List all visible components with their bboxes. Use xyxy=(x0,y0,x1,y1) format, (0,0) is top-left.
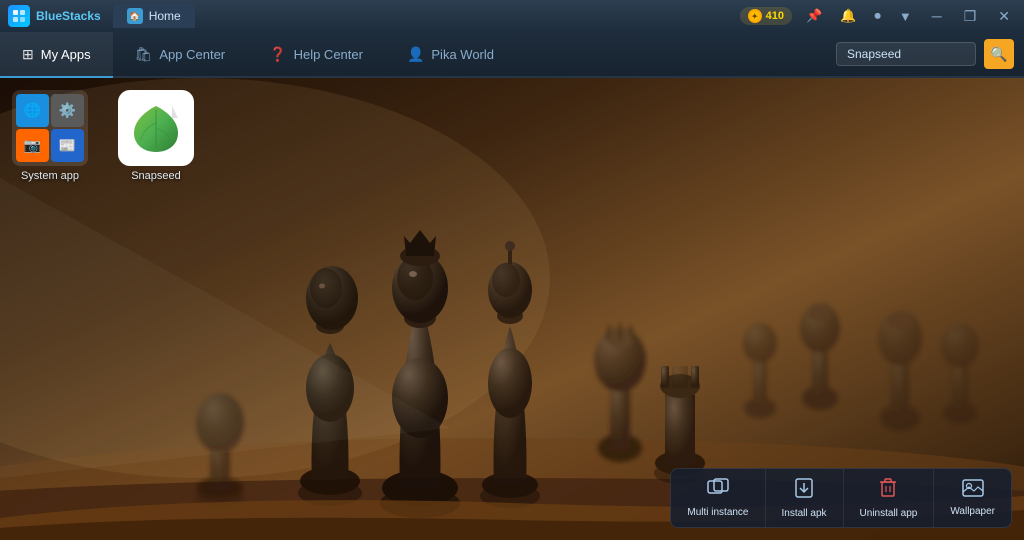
tab-my-apps[interactable]: ⊞ My Apps xyxy=(0,32,113,76)
system-app-label: System app xyxy=(21,170,79,182)
bluestacks-logo: BlueStacks xyxy=(8,5,101,27)
stream-icon[interactable]: ▼ xyxy=(895,7,916,26)
apps-area: 🌐 ⚙️ 📷 📰 System app xyxy=(12,90,194,182)
help-center-label: Help Center xyxy=(294,47,363,62)
title-bar: BlueStacks 🏠 Home ✦ 410 📌 🔔 ⏺ ▼ ─ ❐ ✕ xyxy=(0,0,1024,32)
snapseed-leaf-svg xyxy=(126,98,186,158)
home-tab-icon: 🏠 xyxy=(127,8,143,24)
app-center-label: App Center xyxy=(159,47,225,62)
gear-mini-icon: ⚙️ xyxy=(51,94,84,127)
globe-mini-icon: 🌐 xyxy=(16,94,49,127)
search-icon: 🔍 xyxy=(990,46,1007,63)
my-apps-label: My Apps xyxy=(41,47,91,62)
pin-icon[interactable]: 📌 xyxy=(802,6,826,26)
search-area: 🔍 xyxy=(826,32,1024,76)
bs-logo-icon xyxy=(8,5,30,27)
wallpaper-label: Wallpaper xyxy=(950,506,995,517)
minimize-button[interactable]: ─ xyxy=(926,6,948,26)
bottom-toolbar: Multi instance Install apk xyxy=(670,468,1012,528)
home-tab[interactable]: 🏠 Home xyxy=(113,4,195,28)
snapseed-group: Snapseed xyxy=(118,90,194,182)
tab-help-center[interactable]: ❓ Help Center xyxy=(247,32,385,76)
coin-icon: ✦ xyxy=(748,9,762,23)
bell-icon[interactable]: 🔔 xyxy=(836,6,860,26)
my-apps-icon: ⊞ xyxy=(22,46,34,63)
system-app-icon[interactable]: 🌐 ⚙️ 📷 📰 xyxy=(12,90,88,166)
multi-instance-label: Multi instance xyxy=(687,507,748,518)
record-icon[interactable]: ⏺ xyxy=(870,6,885,26)
wallpaper-icon xyxy=(962,479,984,502)
snapseed-label: Snapseed xyxy=(131,170,181,182)
maximize-button[interactable]: ❐ xyxy=(958,6,983,27)
install-apk-label: Install apk xyxy=(782,508,827,519)
uninstall-app-icon xyxy=(879,477,897,504)
help-center-icon: ❓ xyxy=(269,46,286,63)
snapseed-icon[interactable] xyxy=(118,90,194,166)
search-button[interactable]: 🔍 xyxy=(984,39,1014,69)
system-app-group: 🌐 ⚙️ 📷 📰 System app xyxy=(12,90,88,182)
app-row: 🌐 ⚙️ 📷 📰 System app xyxy=(12,90,194,182)
install-apk-icon xyxy=(794,477,814,504)
uninstall-app-label: Uninstall app xyxy=(860,508,918,519)
install-apk-button[interactable]: Install apk xyxy=(766,469,844,527)
title-controls: ✦ 410 📌 🔔 ⏺ ▼ ─ ❐ ✕ xyxy=(740,6,1016,27)
brand-name: BlueStacks xyxy=(36,9,101,23)
uninstall-app-button[interactable]: Uninstall app xyxy=(844,469,935,527)
pika-world-label: Pika World xyxy=(431,47,494,62)
coin-amount: 410 xyxy=(766,10,784,22)
tab-pika-world[interactable]: 👤 Pika World xyxy=(385,32,516,76)
wallpaper-button[interactable]: Wallpaper xyxy=(934,469,1011,527)
pika-world-icon: 👤 xyxy=(407,46,424,63)
news-mini-icon: 📰 xyxy=(51,129,84,162)
home-tab-label: Home xyxy=(149,9,181,23)
search-input[interactable] xyxy=(836,42,976,66)
app-center-icon: 🛍 xyxy=(135,46,153,63)
tab-app-center[interactable]: 🛍 App Center xyxy=(113,32,248,76)
main-content: 🌐 ⚙️ 📷 📰 System app xyxy=(0,78,1024,540)
nav-bar: ⊞ My Apps 🛍 App Center ❓ Help Center 👤 P… xyxy=(0,32,1024,78)
coin-badge: ✦ 410 xyxy=(740,7,792,25)
camera-mini-icon: 📷 xyxy=(16,129,49,162)
multi-instance-icon xyxy=(707,478,729,503)
multi-instance-button[interactable]: Multi instance xyxy=(671,469,765,527)
close-button[interactable]: ✕ xyxy=(992,6,1016,27)
